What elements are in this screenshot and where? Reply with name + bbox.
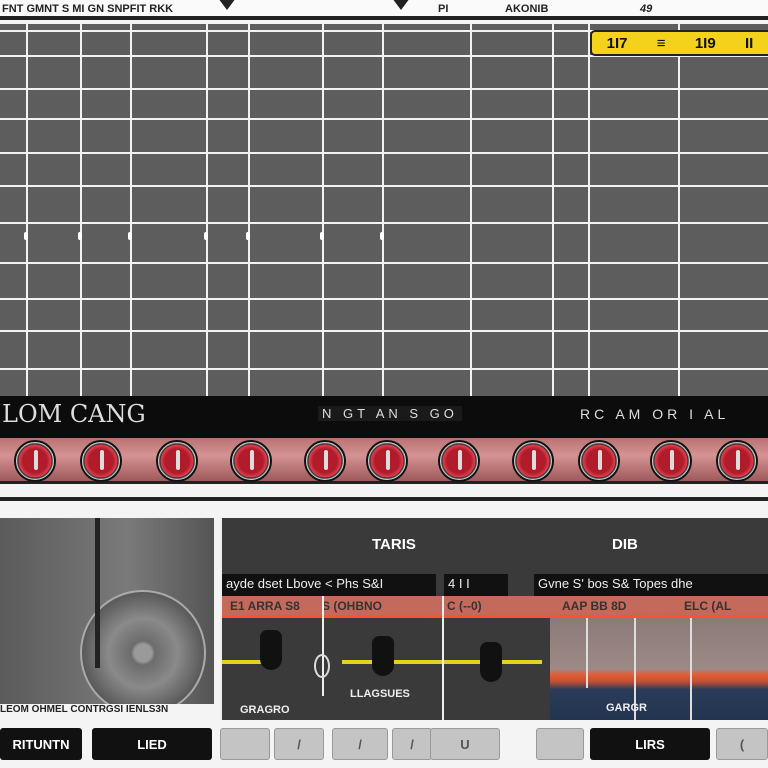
rotary-knob[interactable] — [716, 440, 758, 482]
toolbar-button[interactable]: / — [332, 728, 388, 760]
fader-knob[interactable] — [480, 642, 502, 682]
grid-line — [322, 24, 324, 396]
knob-strip — [0, 438, 768, 484]
info-bar: 4 I I — [444, 574, 508, 596]
step-marker[interactable] — [204, 232, 208, 240]
rotary-knob[interactable] — [650, 440, 692, 482]
step-marker[interactable] — [320, 232, 324, 240]
rotary-knob[interactable] — [156, 440, 198, 482]
rotary-knob[interactable] — [80, 440, 122, 482]
display-value: 1I9 — [694, 34, 716, 52]
step-marker[interactable] — [380, 232, 384, 240]
button-row: RITUNTN LIED / / / U LIRS( — [0, 724, 768, 764]
rotary-knob[interactable] — [230, 440, 272, 482]
mixer-heading: DIB — [612, 536, 638, 553]
section-label: N GT AN S GO — [318, 406, 462, 421]
display-value: ≡ — [656, 34, 666, 52]
header-label: PI — [438, 3, 449, 15]
grid-line — [0, 262, 768, 264]
meter-display: GARGR — [550, 618, 768, 720]
grid-line — [0, 298, 768, 300]
fader-knob[interactable] — [260, 630, 282, 670]
level-line — [222, 660, 262, 664]
grid-line — [206, 24, 208, 396]
toolbar-button[interactable]: LIRS — [590, 728, 710, 760]
image-panel — [0, 518, 214, 716]
channel-label: GARGR — [606, 702, 647, 714]
app-title: FNT GMNT S MI GN SNPFIT RKK — [2, 3, 174, 15]
section-label: RC AM OR I AL — [580, 406, 730, 422]
grid-line — [588, 24, 590, 396]
grid-line — [0, 368, 768, 370]
step-marker[interactable] — [24, 232, 28, 240]
rotary-knob[interactable] — [366, 440, 408, 482]
channel-label: LLAGSUES — [350, 688, 410, 700]
step-marker[interactable] — [78, 232, 82, 240]
toolbar-button[interactable]: ( — [716, 728, 768, 760]
grid-line — [80, 24, 82, 396]
grid-line — [0, 152, 768, 154]
grid-line — [382, 24, 384, 396]
band-label: AAP BB 8D — [562, 599, 627, 613]
toolbar-button[interactable] — [220, 728, 270, 760]
toolbar-button[interactable]: / — [274, 728, 324, 760]
band-label: ELC (AL — [684, 599, 732, 613]
divider — [0, 497, 768, 501]
info-bar: Gvne S' bos S& Topes dhe — [534, 574, 768, 596]
band-label: C (--0) — [447, 599, 482, 613]
display-value: 1I7 — [606, 34, 628, 52]
channel-band: E1 ARRA S8 S (OHBNO C (--0) AAP BB 8D EL… — [222, 596, 768, 618]
title-bar: FNT GMNT S MI GN SNPFIT RKK PI AKONIB 49 — [0, 0, 768, 20]
mixer-heading: TARIS — [372, 536, 416, 553]
step-marker[interactable] — [128, 232, 132, 240]
rotary-knob[interactable] — [14, 440, 56, 482]
grid-line — [0, 185, 768, 187]
channel-label: GRAGRO — [240, 704, 290, 716]
toolbar-button[interactable] — [536, 728, 584, 760]
grid-line — [678, 24, 680, 396]
info-bar: ayde dset Lbove < Phs S&I — [222, 574, 436, 596]
image-caption: LEOM OHMEL CONTRGSI IENLS3N — [0, 704, 214, 720]
divider — [586, 618, 588, 688]
rotary-knob[interactable] — [304, 440, 346, 482]
marker-icon[interactable] — [218, 0, 236, 10]
toolbar-button[interactable]: U — [430, 728, 500, 760]
marker-icon[interactable] — [392, 0, 410, 10]
band-label: S (OHBNO — [322, 599, 382, 613]
grid-line — [248, 24, 250, 396]
grid-line — [470, 24, 472, 396]
toolbar-button[interactable]: / — [392, 728, 432, 760]
rotary-knob[interactable] — [438, 440, 480, 482]
mixer-panel: TARIS DIB ayde dset Lbove < Phs S&I 4 I … — [220, 518, 768, 720]
sequencer-grid[interactable] — [0, 24, 768, 396]
section-label: LOM CANG — [2, 400, 146, 428]
grid-line — [0, 222, 768, 224]
rotary-knob[interactable] — [578, 440, 620, 482]
rotary-knob[interactable] — [512, 440, 554, 482]
label-bar: LOM CANG N GT AN S GO RC AM OR I AL — [0, 396, 768, 438]
step-marker[interactable] — [246, 232, 250, 240]
band-label: E1 ARRA S8 — [230, 599, 300, 613]
grid-line — [0, 330, 768, 332]
pan-handle[interactable] — [314, 654, 330, 678]
yellow-display: 1I7 ≡ 1I9 II — [590, 30, 768, 56]
tonearm — [95, 518, 100, 668]
divider — [690, 618, 692, 720]
toolbar-button[interactable]: RITUNTN — [0, 728, 82, 760]
divider — [442, 596, 444, 720]
grid-line — [0, 88, 768, 90]
divider — [322, 596, 324, 696]
fader-knob[interactable] — [372, 636, 394, 676]
header-label: 49 — [640, 3, 653, 15]
display-value: II — [744, 34, 754, 52]
toolbar-button[interactable]: LIED — [92, 728, 212, 760]
grid-line — [26, 24, 28, 396]
header-label: AKONIB — [505, 3, 549, 15]
grid-line — [130, 24, 132, 396]
grid-line — [0, 118, 768, 120]
grid-line — [552, 24, 554, 396]
